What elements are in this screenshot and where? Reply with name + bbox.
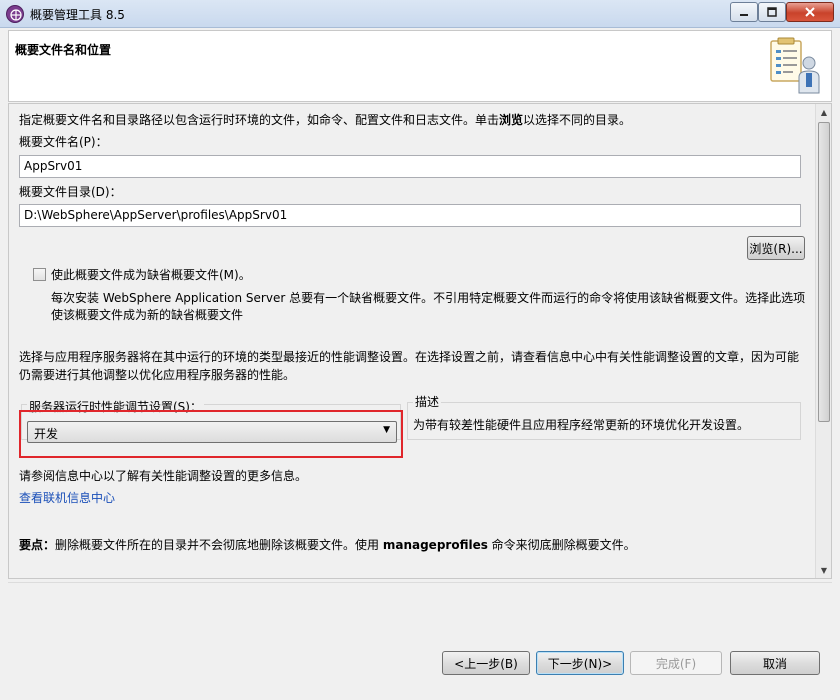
important-text-after: 命令来彻底删除概要文件。	[487, 538, 636, 552]
important-text-before: 删除概要文件所在的目录并不会彻底地删除该概要文件。使用	[55, 538, 383, 552]
app-logo-icon	[6, 5, 24, 23]
intro-text-tail: 以选择不同的目录。	[523, 113, 632, 127]
intro-text-main: 指定概要文件名和目录路径以包含运行时环境的文件，如命令、配置文件和日志文件。单击	[19, 113, 500, 127]
footer-divider	[8, 582, 832, 583]
close-button[interactable]	[786, 2, 834, 22]
browse-button[interactable]: 浏览(R)...	[747, 236, 805, 260]
profile-dir-input[interactable]: D:\WebSphere\AppServer\profiles\AppSrv01	[19, 204, 801, 227]
intro-text-bold: 浏览	[499, 113, 524, 127]
more-info-text: 请参阅信息中心以了解有关性能调整设置的更多信息。	[19, 469, 308, 483]
back-button[interactable]: <上一步(B)	[442, 651, 530, 675]
description-title: 描述	[413, 394, 442, 410]
maximize-icon	[767, 7, 777, 17]
page-title: 概要文件名和位置	[15, 43, 112, 57]
minimize-button[interactable]	[730, 2, 758, 22]
profile-dir-label: 概要文件目录(D)：	[19, 185, 122, 199]
close-icon	[805, 7, 815, 17]
scroll-down-icon[interactable]: ▼	[816, 562, 831, 578]
default-profile-checkbox[interactable]	[33, 268, 46, 281]
profile-name-input[interactable]: AppSrv01	[19, 155, 801, 178]
window-title: 概要管理工具 8.5	[30, 8, 125, 22]
important-note: 要点：删除概要文件所在的目录并不会彻底地删除该概要文件。使用 managepro…	[19, 537, 636, 553]
next-button[interactable]: 下一步(N)>	[536, 651, 624, 675]
page-header: 概要文件名和位置	[8, 30, 832, 102]
tuning-intro-line1: 选择与应用程序服务器将在其中运行的环境的类型最接近的性能调整设置。在选择设置之前…	[19, 350, 800, 364]
highlight-box	[19, 410, 403, 458]
cancel-button[interactable]: 取消	[730, 651, 820, 675]
important-label: 要点：	[19, 538, 56, 552]
minimize-icon	[740, 14, 748, 16]
scroll-thumb[interactable]	[818, 122, 830, 422]
default-profile-desc-line1: 每次安装 WebSphere Application Server 总要有一个缺…	[51, 291, 806, 305]
description-text: 为带有较差性能硬件且应用程序经常更新的环境优化开发设置。	[413, 418, 750, 432]
title-bar: 概要管理工具 8.5	[0, 0, 840, 28]
default-profile-label[interactable]: 使此概要文件成为缺省概要文件(M)。	[51, 267, 251, 283]
tuning-intro-line2: 仍需要进行其他调整以优化应用程序服务器的性能。	[19, 368, 296, 382]
important-command: manageprofiles	[382, 538, 488, 552]
online-info-link[interactable]: 查看联机信息中心	[19, 490, 115, 506]
finish-button[interactable]: 完成(F)	[630, 651, 722, 675]
content-pane: 指定概要文件名和目录路径以包含运行时环境的文件，如命令、配置文件和日志文件。单击…	[8, 103, 832, 579]
scroll-up-icon[interactable]: ▲	[816, 104, 831, 120]
intro-text: 指定概要文件名和目录路径以包含运行时环境的文件，如命令、配置文件和日志文件。单击…	[19, 112, 631, 128]
default-profile-desc-line2: 使该概要文件成为新的缺省概要文件	[51, 308, 244, 322]
vertical-scrollbar[interactable]: ▲ ▼	[815, 104, 831, 578]
maximize-button[interactable]	[758, 2, 786, 22]
clipboard-person-icon	[765, 35, 823, 97]
profile-name-label: 概要文件名(P)：	[19, 135, 108, 149]
